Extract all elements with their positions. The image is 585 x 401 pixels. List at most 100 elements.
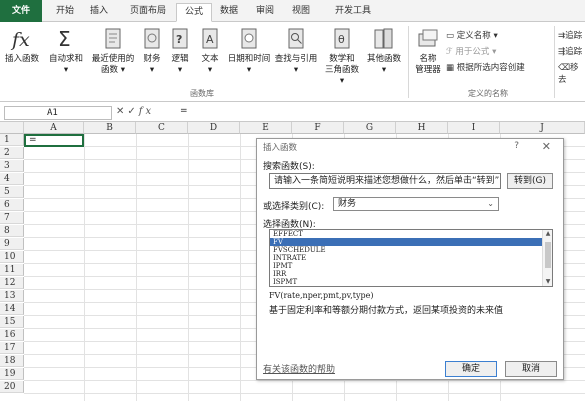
datetime-button[interactable]: 日期和时间 ▾ — [226, 26, 272, 76]
fx-icon: fx — [10, 29, 30, 51]
tab-insert[interactable]: 插入 — [86, 3, 112, 22]
list-scrollbar[interactable]: ▲ ▼ — [542, 230, 552, 286]
fx-small-icon[interactable]: fx — [139, 106, 154, 117]
trace-precedents-button[interactable]: ⇉追踪 — [558, 30, 582, 42]
row-header[interactable]: 3 — [0, 160, 24, 172]
name-box[interactable]: A1 — [4, 106, 112, 120]
row-header[interactable]: 20 — [0, 381, 24, 393]
logical-button[interactable]: ? 逻辑 ▾ — [168, 26, 192, 76]
tab-view[interactable]: 视图 — [288, 3, 314, 22]
financial-button[interactable]: 财务 ▾ — [140, 26, 164, 76]
math-button[interactable]: θ 数学和 三角函数 ▾ — [322, 26, 362, 87]
scroll-up-icon[interactable]: ▲ — [543, 230, 552, 238]
insert-function-button[interactable]: fx 插入函数 — [4, 26, 40, 65]
autosum-button[interactable]: Σ 自动求和 ▾ — [48, 26, 84, 76]
ribbon-separator — [408, 26, 409, 98]
function-syntax: FV(rate,nper,pmt,pv,type) — [269, 291, 374, 300]
list-item[interactable]: IPMT — [270, 262, 552, 270]
row-header[interactable]: 1 — [0, 134, 24, 146]
ribbon-tab-bar: 文件 开始 插入 页面布局 公式 数据 审阅 视图 开发工具 — [0, 0, 585, 22]
select-all-corner[interactable] — [0, 122, 24, 134]
use-in-formula-button[interactable]: ℱ 用于公式 ▾ — [446, 46, 496, 58]
search-label: 搜索函数(S): — [263, 162, 315, 172]
row-header[interactable]: 18 — [0, 355, 24, 367]
list-item[interactable]: EFFECT — [270, 230, 552, 238]
row-header[interactable]: 14 — [0, 303, 24, 315]
column-header[interactable]: G — [344, 122, 396, 134]
book-icon — [105, 28, 121, 49]
recently-used-button[interactable]: 最近使用的 函数 ▾ — [88, 26, 138, 76]
tab-home[interactable]: 开始 — [52, 3, 78, 22]
row-header[interactable]: 5 — [0, 186, 24, 198]
cancel-button[interactable]: 取消 — [505, 361, 557, 377]
svg-text:Σ: Σ — [58, 27, 71, 51]
row-header[interactable]: 12 — [0, 277, 24, 289]
row-header[interactable]: 8 — [0, 225, 24, 237]
tab-data[interactable]: 数据 — [216, 3, 242, 22]
go-button[interactable]: 转到(G) — [507, 173, 553, 189]
text-button[interactable]: A 文本 ▾ — [198, 26, 222, 76]
search-input[interactable]: 请输入一条简短说明来描述您想做什么，然后单击“转到” — [269, 173, 501, 189]
scroll-thumb[interactable] — [545, 242, 551, 268]
use-in-formula-icon: ℱ — [446, 47, 453, 57]
lookup-button[interactable]: 查找与引用 ▾ — [274, 26, 318, 76]
list-item[interactable]: ISPMT — [270, 278, 552, 286]
close-icon[interactable]: ✕ — [542, 140, 551, 153]
active-cell-a1[interactable]: = — [24, 134, 84, 147]
ribbon-separator — [554, 26, 555, 98]
remove-arrows-button[interactable]: ⌫移去 — [558, 62, 585, 86]
row-header[interactable]: 19 — [0, 368, 24, 380]
ok-button[interactable]: 确定 — [445, 361, 497, 377]
row-header[interactable]: 10 — [0, 251, 24, 263]
row-header[interactable]: 16 — [0, 329, 24, 341]
name-manager-button[interactable]: 名称 管理器 — [412, 26, 444, 76]
row-header[interactable]: 4 — [0, 173, 24, 185]
sigma-icon: Σ — [58, 27, 71, 51]
column-header[interactable]: I — [448, 122, 500, 134]
svg-text:?: ? — [176, 33, 182, 46]
row-header[interactable]: 13 — [0, 290, 24, 302]
row-header[interactable]: 17 — [0, 342, 24, 354]
tab-file[interactable]: 文件 — [0, 0, 42, 22]
trace-dependents-button[interactable]: ⇶追踪 — [558, 46, 582, 58]
row-header[interactable]: 7 — [0, 212, 24, 224]
theta-book-icon: θ — [334, 28, 350, 49]
cancel-icon[interactable]: ✕ — [116, 106, 127, 117]
svg-text:A: A — [206, 33, 214, 46]
enter-icon[interactable]: ✓ — [127, 106, 138, 117]
tab-page-layout[interactable]: 页面布局 — [124, 3, 172, 22]
more-functions-button[interactable]: 其他函数 ▾ — [364, 26, 404, 76]
row-header[interactable]: 11 — [0, 264, 24, 276]
list-item[interactable]: FVSCHEDULE — [270, 246, 552, 254]
tab-formulas[interactable]: 公式 — [176, 3, 212, 22]
financial-book-icon — [144, 28, 160, 49]
svg-text:fx: fx — [10, 29, 30, 51]
row-header[interactable]: 15 — [0, 316, 24, 328]
list-item-selected[interactable]: FV — [270, 238, 552, 246]
list-item[interactable]: INTRATE — [270, 254, 552, 262]
define-name-button[interactable]: ▭ 定义名称 ▾ — [446, 30, 498, 42]
column-header[interactable]: A — [24, 122, 84, 134]
dialog-title: 插入函数 — [263, 143, 298, 153]
function-list[interactable]: EFFECT FV FVSCHEDULE INTRATE IPMT IRR IS… — [269, 229, 553, 287]
row-header[interactable]: 9 — [0, 238, 24, 250]
column-header[interactable]: C — [136, 122, 188, 134]
column-header[interactable]: B — [84, 122, 136, 134]
text-book-icon: A — [202, 28, 218, 49]
category-select[interactable]: 财务 ⌄ — [333, 197, 499, 211]
row-header[interactable]: 6 — [0, 199, 24, 211]
tab-review[interactable]: 审阅 — [252, 3, 278, 22]
create-from-selection-button[interactable]: ▦ 根据所选内容创建 — [446, 62, 525, 74]
help-link[interactable]: 有关该函数的帮助 — [263, 362, 335, 375]
column-header[interactable]: H — [396, 122, 448, 134]
list-item[interactable]: IRR — [270, 270, 552, 278]
formula-input[interactable]: = — [180, 106, 188, 116]
column-header[interactable]: D — [188, 122, 240, 134]
column-header[interactable]: E — [240, 122, 292, 134]
tab-developer[interactable]: 开发工具 — [330, 3, 376, 22]
scroll-down-icon[interactable]: ▼ — [543, 278, 552, 286]
column-header[interactable]: F — [292, 122, 344, 134]
help-icon[interactable]: ? — [514, 141, 519, 151]
column-header[interactable]: J — [500, 122, 585, 134]
row-header[interactable]: 2 — [0, 147, 24, 159]
